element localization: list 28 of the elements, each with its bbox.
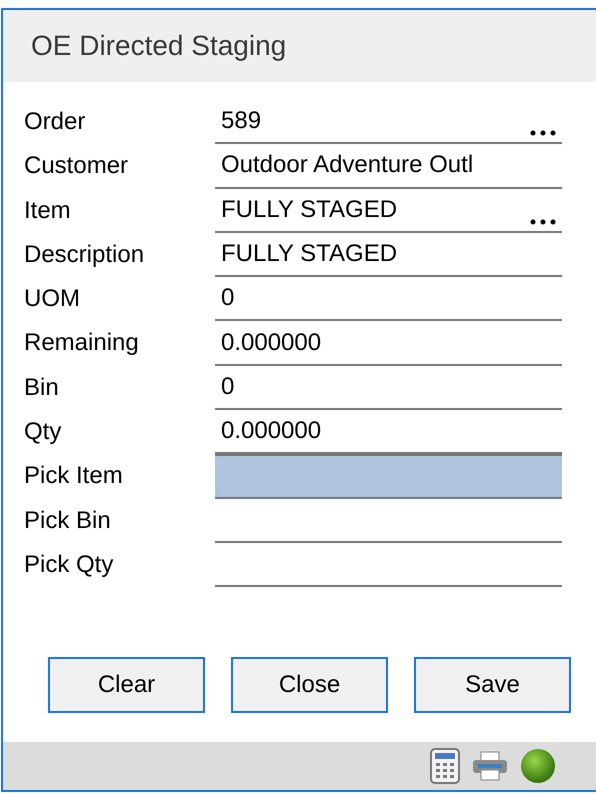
input-field[interactable]: FULLY STAGED xyxy=(215,188,562,233)
input-field[interactable]: FULLY STAGED xyxy=(215,232,562,278)
printer-icon[interactable] xyxy=(472,751,508,781)
status-light-icon xyxy=(520,748,556,784)
input-field[interactable]: 0 xyxy=(215,366,562,410)
field-label: Order xyxy=(24,107,86,137)
field-label: Remaining xyxy=(24,328,140,358)
field-label: Qty xyxy=(24,417,62,448)
field-label: Customer xyxy=(24,151,130,182)
dialog-button[interactable]: Save xyxy=(414,657,571,714)
input-field[interactable]: 0 xyxy=(215,277,562,322)
field-label: UOM xyxy=(24,284,81,314)
field-label: Bin xyxy=(24,372,60,403)
input-field[interactable]: 589 xyxy=(215,100,562,144)
field-label: Pick Item xyxy=(24,461,124,492)
ellipsis-icon[interactable] xyxy=(530,218,556,225)
field-label: Pick Qty xyxy=(24,550,114,580)
dialog-button[interactable]: Close xyxy=(231,657,388,714)
dialog-button[interactable]: Clear xyxy=(48,657,205,714)
input-field[interactable]: Outdoor Adventure Outl xyxy=(215,144,562,189)
calculator-icon[interactable] xyxy=(430,748,460,784)
input-field[interactable]: 0.000000 xyxy=(215,321,562,366)
field-label: Description xyxy=(24,240,146,270)
window-title: OE Directed Staging xyxy=(31,30,286,62)
ellipsis-icon[interactable] xyxy=(530,130,556,136)
input-field[interactable] xyxy=(215,454,562,499)
field-label: Item xyxy=(24,196,72,226)
field-label: Pick Bin xyxy=(24,506,112,536)
